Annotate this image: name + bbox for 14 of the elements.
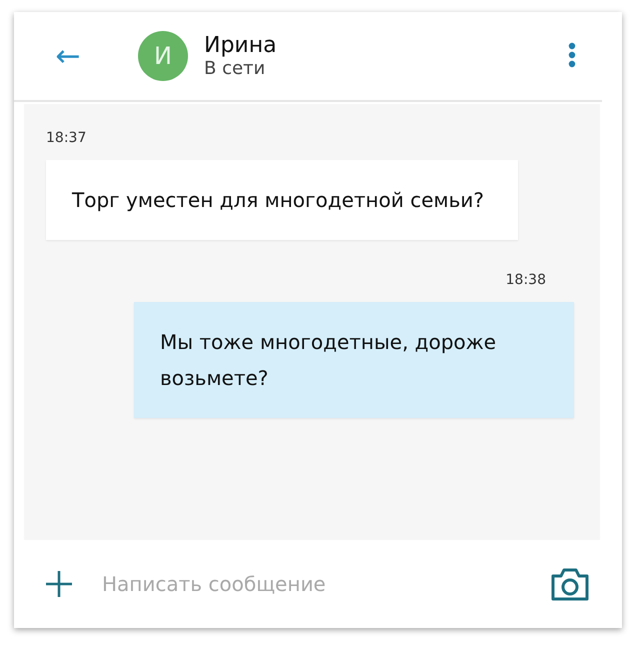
camera-button[interactable] <box>550 566 590 602</box>
contact-status: В сети <box>204 58 266 79</box>
message-input[interactable]: Написать сообщение <box>100 571 524 597</box>
contact-name: Ирина <box>204 33 278 58</box>
back-button[interactable]: ← <box>50 38 86 74</box>
outgoing-message: Мы тоже многодетные, дороже возьмете? <box>134 302 574 418</box>
message-time: 18:37 <box>46 130 86 146</box>
plus-icon <box>44 569 74 599</box>
camera-icon <box>550 566 590 602</box>
more-icon <box>568 42 576 68</box>
attach-button[interactable] <box>44 569 74 599</box>
avatar: И <box>138 31 188 81</box>
message-time: 18:38 <box>506 272 546 288</box>
incoming-message: Торг уместен для многодетной семьи? <box>46 160 518 240</box>
